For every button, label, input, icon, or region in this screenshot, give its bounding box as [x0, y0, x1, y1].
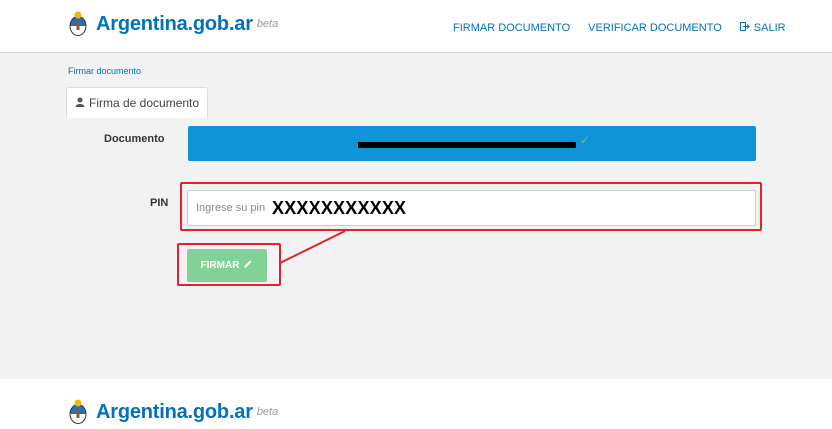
tab-firma-de-documento[interactable]: Firma de documento — [66, 87, 209, 118]
footer-brand-name: Argentina.gob.ar — [96, 400, 253, 423]
document-field: ✓ — [188, 126, 756, 161]
main-content: Firmar documento Firma de documento Docu… — [0, 53, 832, 379]
document-name-redacted — [358, 142, 576, 148]
brand-logo[interactable]: Argentina.gob.ar beta — [68, 11, 278, 37]
argentina-emblem-icon — [69, 11, 87, 36]
nav-salir[interactable]: SALIR — [739, 22, 786, 34]
firmar-highlight-box — [177, 243, 281, 286]
exit-icon — [739, 22, 750, 34]
argentina-emblem-icon — [69, 399, 87, 424]
breadcrumb[interactable]: Firmar documento — [68, 66, 141, 76]
top-nav: FIRMAR DOCUMENTO VERIFICAR DOCUMENTO SAL… — [453, 22, 786, 34]
footer-brand-logo[interactable]: Argentina.gob.ar beta — [68, 399, 278, 425]
check-icon: ✓ — [580, 133, 591, 147]
user-icon — [75, 96, 85, 110]
brand-name: Argentina.gob.ar — [96, 12, 253, 35]
nav-salir-label: SALIR — [753, 22, 786, 34]
footer-brand-beta: beta — [256, 406, 279, 418]
nav-verificar-documento[interactable]: VERIFICAR DOCUMENTO — [588, 22, 722, 34]
tab-label: Firma de documento — [89, 96, 200, 110]
footer: Argentina.gob.ar beta — [0, 379, 832, 429]
brand-beta: beta — [256, 18, 279, 30]
pin-highlight-box — [180, 182, 762, 231]
nav-firmar-documento[interactable]: FIRMAR DOCUMENTO — [453, 22, 570, 34]
header: Argentina.gob.ar beta FIRMAR DOCUMENTO V… — [0, 0, 832, 53]
documento-label: Documento — [104, 133, 165, 145]
pin-label: PIN — [150, 197, 169, 209]
